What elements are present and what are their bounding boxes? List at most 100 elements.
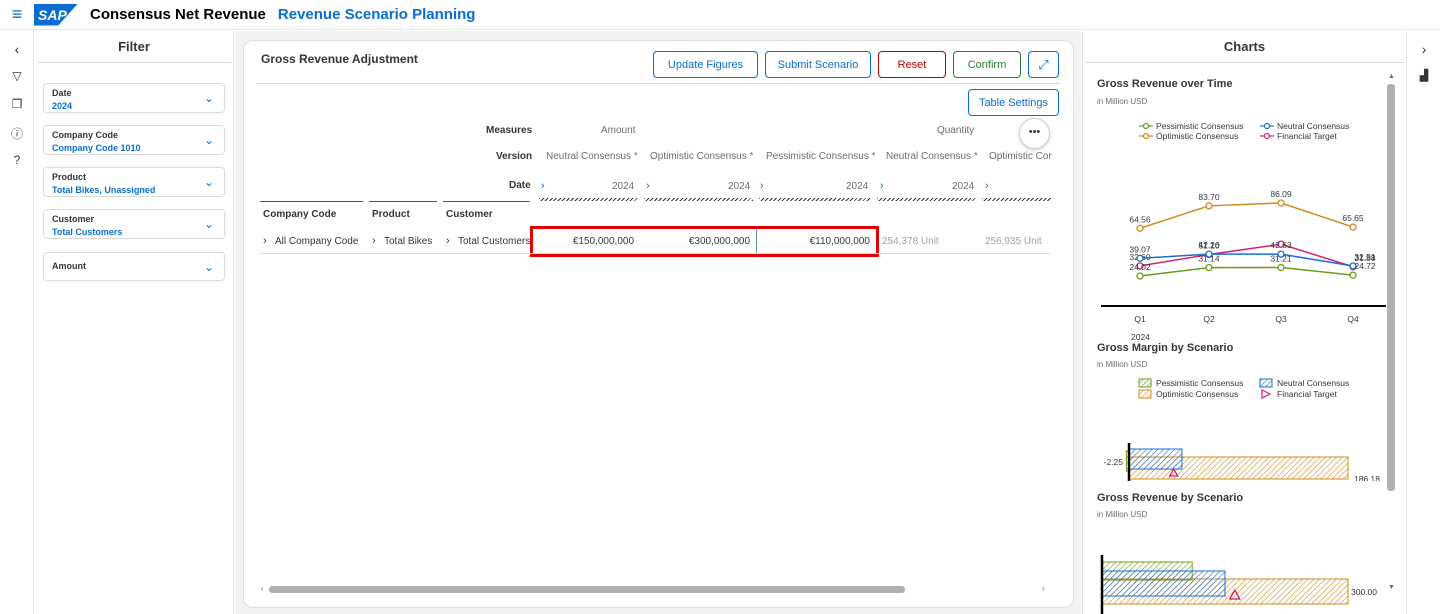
info-icon[interactable]: ⓘ (0, 125, 34, 142)
legend-label: Financial Target (1277, 131, 1337, 141)
chart3-unit: in Million USD (1097, 510, 1148, 519)
filter-company-label: Company Code (52, 130, 119, 140)
data-point (1205, 263, 1213, 272)
divider (443, 201, 530, 202)
chart3-title: Gross Revenue by Scenario (1097, 492, 1244, 504)
data-label: -2.25 (1104, 457, 1124, 467)
legend-marker (1142, 122, 1150, 130)
dim-header-customer: Customer (446, 209, 493, 220)
version-label: Version (496, 151, 533, 162)
reset-button[interactable]: Reset (878, 51, 946, 78)
legend-marker (1261, 389, 1272, 399)
date-header: 2024 (612, 181, 635, 192)
dim-header-company: Company Code (263, 209, 337, 220)
version-header: Optimistic Consensus * (650, 151, 754, 162)
chevron-down-icon: ⌄ (203, 133, 214, 147)
submit-scenario-button[interactable]: Submit Scenario (765, 51, 871, 78)
horizontal-scrollbar[interactable] (269, 586, 905, 593)
scroll-down-icon[interactable]: ▼ (1388, 584, 1395, 591)
table-settings-button[interactable]: Table Settings (968, 89, 1059, 116)
filter-amount[interactable]: Amount ⌄ (43, 252, 225, 281)
legend-label: Financial Target (1277, 389, 1337, 399)
row-customer[interactable]: Total Customers (458, 236, 530, 247)
collapse-left-icon[interactable]: ‹ (0, 41, 34, 57)
version-header: Neutral Consensus * (886, 151, 978, 162)
data-point (1277, 263, 1285, 272)
vertical-scrollbar[interactable] (1387, 84, 1395, 491)
legend-swatch (1138, 378, 1152, 388)
expand-date-icon[interactable]: › (646, 180, 650, 192)
bar-chart-icon[interactable]: ▟ (1407, 69, 1440, 82)
divider (260, 201, 363, 202)
data-label: 64.56 (1129, 214, 1151, 224)
data-label: 24.72 (1354, 261, 1376, 271)
legend-label: Neutral Consensus (1277, 378, 1349, 388)
hamburger-menu-icon[interactable]: ≡ (0, 4, 34, 25)
legend-label: Pessimistic Consensus (1156, 378, 1243, 388)
filter-customer[interactable]: Customer Total Customers ⌄ (43, 209, 225, 239)
chevron-down-icon: ⌄ (203, 259, 214, 274)
filter-product-value: Total Bikes, Unassigned (52, 185, 156, 195)
data-label: 86.09 (1270, 189, 1292, 199)
right-rail: › ▟ (1406, 31, 1440, 614)
collapse-right-icon[interactable]: › (1407, 41, 1440, 57)
data-label: 39.07 (1129, 244, 1151, 254)
dim-header-product: Product (372, 209, 410, 220)
legend-marker (1142, 132, 1150, 140)
date-underline (982, 198, 1051, 201)
data-label: 42.63 (1270, 240, 1292, 250)
filter-customer-value: Total Customers (52, 227, 123, 237)
expand-date-icon[interactable]: › (760, 180, 764, 192)
confirm-button[interactable]: Confirm (953, 51, 1021, 78)
legend-swatch (1259, 378, 1273, 388)
charts-title: Charts (1085, 31, 1404, 63)
filter-panel: Filter Date 2024 ⌄ Company Code Company … (35, 31, 234, 614)
filter-product[interactable]: Product Total Bikes, Unassigned ⌄ (43, 167, 225, 197)
panel-title: Gross Revenue Adjustment (261, 52, 418, 66)
legend-label: Neutral Consensus (1277, 121, 1349, 131)
fullscreen-icon[interactable]: ⤢ (1028, 51, 1059, 78)
scroll-up-icon[interactable]: ▲ (1388, 73, 1395, 80)
expand-date-icon[interactable]: › (541, 180, 545, 192)
filter-company-code[interactable]: Company Code Company Code 1010 ⌄ (43, 125, 225, 155)
expand-date-icon[interactable]: › (880, 180, 884, 192)
scroll-right-icon[interactable]: › (1042, 584, 1045, 593)
cell-value[interactable]: 254,378 Unit (882, 236, 939, 247)
data-label: 83.70 (1198, 192, 1220, 202)
version-header: Neutral Consensus * (546, 151, 638, 162)
data-label: 24.02 (1129, 262, 1151, 272)
bar-chart-margin: Pessimistic Consensus Neutral Consensus Op… (1104, 378, 1380, 481)
filter-date[interactable]: Date 2024 ⌄ (43, 83, 225, 113)
x-year-label: 2024 (1131, 332, 1150, 342)
date-header: 2024 (728, 181, 751, 192)
date-underline (877, 198, 976, 201)
filter-company-value: Company Code 1010 (52, 143, 141, 153)
filter-product-label: Product (52, 172, 87, 182)
data-label: 42.26 (1198, 240, 1220, 250)
sap-logo: SAP (34, 3, 78, 26)
update-figures-button[interactable]: Update Figures (653, 51, 758, 78)
x-tick-label: Q4 (1347, 314, 1359, 324)
row-product[interactable]: Total Bikes (384, 236, 432, 247)
filter-customer-label: Customer (52, 214, 95, 224)
expand-row-icon[interactable]: › (372, 235, 376, 247)
data-point (1205, 202, 1213, 210)
cell-value[interactable]: 256,935 Unit (985, 236, 1042, 247)
divider (260, 253, 1051, 254)
expand-row-icon[interactable]: › (263, 235, 267, 247)
series-line (1139, 202, 1354, 230)
charts-panel: Charts Gross Revenue over Time in Millio… (1082, 31, 1406, 614)
row-company[interactable]: All Company Code (275, 236, 358, 247)
help-icon[interactable]: ? (0, 153, 34, 167)
data-label: 65.65 (1342, 213, 1364, 223)
divider (256, 83, 1060, 84)
comments-icon[interactable]: ❐ (0, 97, 34, 111)
scroll-left-icon[interactable]: ‹ (261, 584, 264, 593)
more-options-button[interactable]: ••• (1019, 118, 1050, 149)
expand-date-icon[interactable]: › (985, 180, 989, 192)
filter-date-label: Date (52, 88, 72, 98)
filter-icon[interactable]: ▽ (0, 69, 34, 83)
shell-bar: ≡ SAP Consensus Net Revenue Revenue Scen… (0, 0, 1440, 30)
chart2-unit: in Million USD (1097, 360, 1148, 369)
expand-row-icon[interactable]: › (446, 235, 450, 247)
